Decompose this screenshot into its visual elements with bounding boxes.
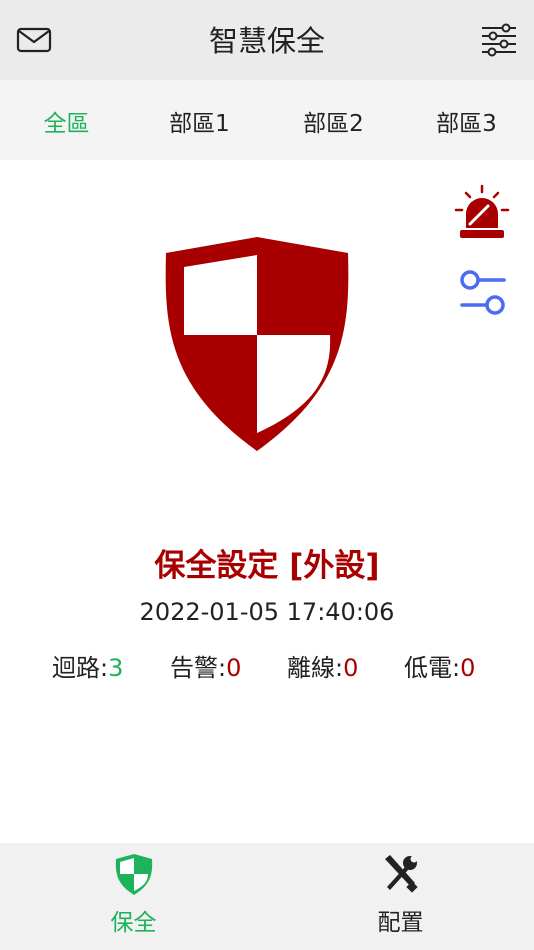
nav-security[interactable]: 保全 [0, 843, 267, 950]
status-datetime: 2022-01-05 17:40:06 [139, 598, 395, 626]
stat-value: 3 [108, 654, 124, 682]
stat-low-battery: 低電:0 [404, 648, 475, 683]
stat-value: 0 [226, 654, 242, 682]
zone-tabs: 全區 部區1 部區2 部區3 [0, 80, 534, 160]
shield-icon [115, 854, 152, 895]
page-title: 智慧保全 [208, 24, 325, 58]
app-header: 智慧保全 [0, 0, 534, 80]
nav-label: 配置 [377, 910, 424, 936]
stat-offline: 離線:0 [287, 648, 358, 683]
tab-zone-2[interactable]: 部區2 [267, 104, 400, 138]
stat-label: 告警: [170, 654, 227, 682]
nav-label: 保全 [110, 910, 157, 936]
stat-label: 離線: [287, 654, 344, 682]
armed-shield-icon [165, 237, 349, 451]
stat-value: 0 [343, 654, 359, 682]
toggle-settings-icon[interactable] [458, 268, 508, 318]
stat-loops: 迴路:3 [52, 648, 123, 683]
filter-icon[interactable] [480, 22, 518, 58]
tab-zone-1[interactable]: 部區1 [133, 104, 266, 138]
security-mode-label: 保全設定 [外設] [154, 548, 380, 584]
alarm-siren-icon[interactable] [452, 184, 512, 242]
tab-all-zones[interactable]: 全區 [0, 104, 133, 138]
stat-alarms: 告警:0 [170, 648, 241, 683]
stat-label: 迴路: [52, 654, 109, 682]
stat-value: 0 [460, 654, 476, 682]
nav-config[interactable]: 配置 [267, 843, 534, 950]
bottom-nav: 保全 配置 [0, 843, 534, 950]
tab-zone-3[interactable]: 部區3 [400, 104, 533, 138]
stat-label: 低電: [404, 654, 461, 682]
tools-icon [384, 855, 418, 893]
